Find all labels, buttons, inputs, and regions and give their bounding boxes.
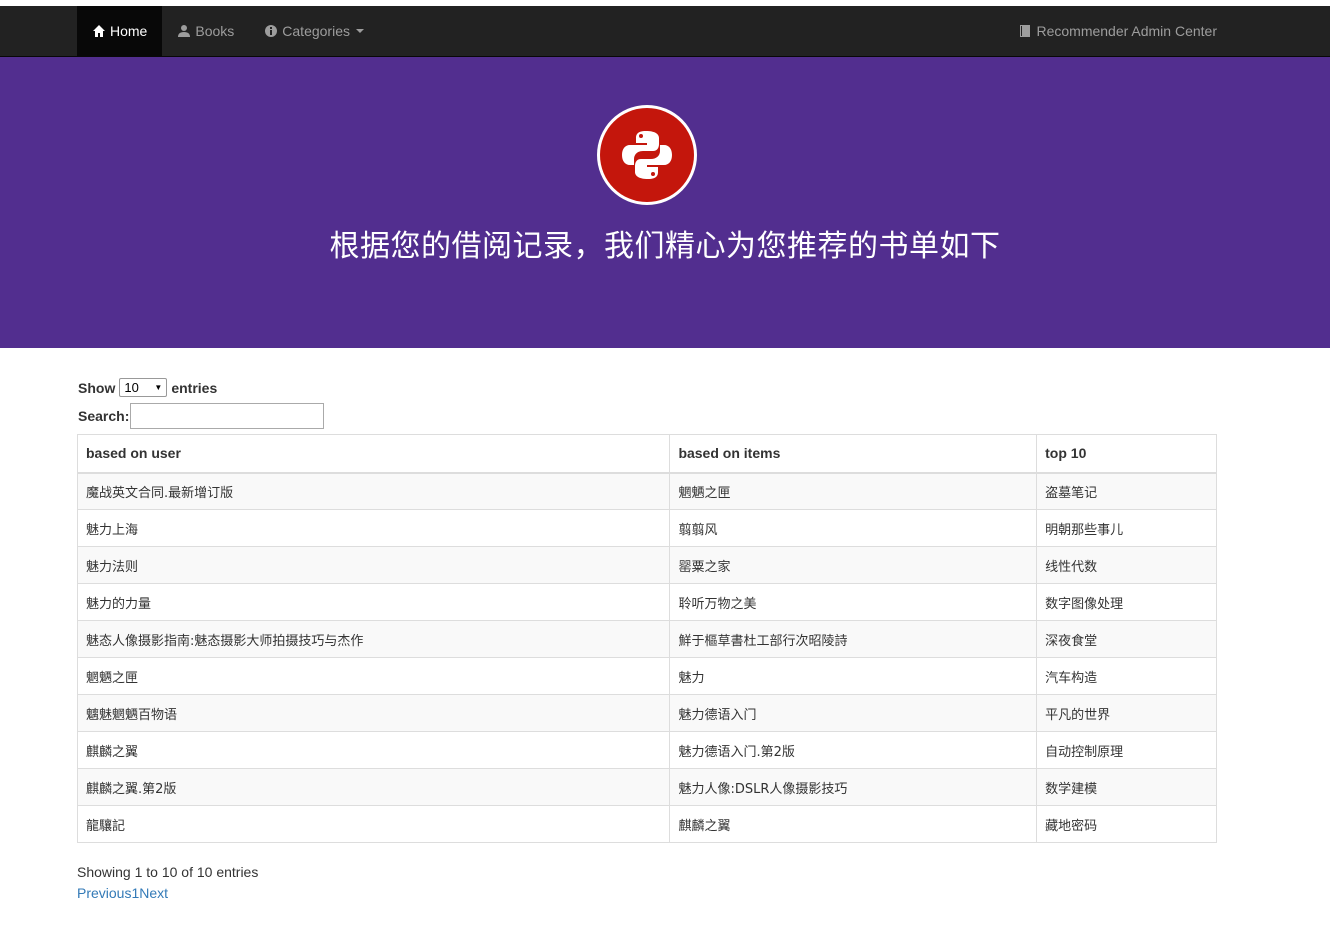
table-cell: 自动控制原理 xyxy=(1036,731,1217,769)
info-icon xyxy=(265,25,278,37)
column-header-based-on-items[interactable]: based on items xyxy=(669,434,1038,474)
table-row: 魅力法则 罂粟之家 线性代数 xyxy=(76,546,1217,584)
table-cell: 魅力法则 xyxy=(76,546,671,584)
table-cell: 魅力的力量 xyxy=(76,583,671,621)
table-header-row: based on user based on items top 10 xyxy=(76,434,1217,474)
entries-label: entries xyxy=(171,379,218,396)
table-row: 魅力的力量 聆听万物之美 数字图像处理 xyxy=(76,583,1217,621)
table-cell: 龍驤記 xyxy=(76,805,671,843)
table-cell: 数字图像处理 xyxy=(1036,583,1217,621)
show-label: Show xyxy=(78,379,116,396)
table-cell: 魍魉之匣 xyxy=(669,472,1038,510)
navbar: Home Books Categories Recommender Admin … xyxy=(0,6,1330,57)
entries-select-value: 10 xyxy=(124,380,139,395)
nav-admin-label: Recommender Admin Center xyxy=(1036,23,1217,39)
table-row: 魅力上海 翦翦风 明朝那些事儿 xyxy=(76,509,1217,547)
table-cell: 麒麟之翼 xyxy=(76,731,671,769)
table-cell: 平凡的世界 xyxy=(1036,694,1217,732)
table-cell: 麒麟之翼.第2版 xyxy=(76,768,671,806)
python-icon xyxy=(622,131,672,179)
table-cell: 魔战英文合同.最新增订版 xyxy=(76,472,671,510)
column-header-top-10[interactable]: top 10 xyxy=(1036,434,1217,474)
search-input[interactable] xyxy=(130,403,325,429)
table-cell: 罂粟之家 xyxy=(669,546,1038,584)
table-cell: 魑魅魍魉百物语 xyxy=(76,694,671,732)
next-button[interactable]: Next xyxy=(139,885,168,901)
nav-books[interactable]: Books xyxy=(162,6,249,56)
table-cell: 聆听万物之美 xyxy=(669,583,1038,621)
table-body: 魔战英文合同.最新增订版 魍魉之匣 盗墓笔记 魅力上海 翦翦风 明朝那些事儿 魅力法则 罂粟之… xyxy=(76,472,1217,843)
nav-books-label: Books xyxy=(195,23,235,39)
table-cell: 汽车构造 xyxy=(1036,657,1217,695)
table-cell: 魍魉之匣 xyxy=(76,657,671,695)
nav-admin-center[interactable]: Recommender Admin Center xyxy=(1003,6,1232,56)
pagination: Previous1Next xyxy=(77,885,168,901)
table-row: 龍驤記 麒麟之翼 藏地密码 xyxy=(76,805,1217,843)
nav-categories-label: Categories xyxy=(282,23,350,39)
table-cell: 麒麟之翼 xyxy=(669,805,1038,843)
book-icon xyxy=(1020,25,1031,37)
table-row: 麒麟之翼 魅力德语入门.第2版 自动控制原理 xyxy=(76,731,1217,769)
table-cell: 魅态人像摄影指南:魅态摄影大师拍摄技巧与杰作 xyxy=(76,620,671,658)
column-header-based-on-user[interactable]: based on user xyxy=(76,434,671,474)
table-cell: 魅力人像:DSLR人像摄影技巧 xyxy=(669,768,1038,806)
python-logo xyxy=(597,105,697,205)
nav-categories-dropdown[interactable]: Categories xyxy=(249,6,379,56)
table-cell: 鮮于樞草書杜工部行次昭陵詩 xyxy=(669,620,1038,658)
home-icon xyxy=(93,25,105,37)
table-cell: 深夜食堂 xyxy=(1036,620,1217,658)
table-cell: 明朝那些事儿 xyxy=(1036,509,1217,547)
table-cell: 魅力德语入门.第2版 xyxy=(669,731,1038,769)
table-info: Showing 1 to 10 of 10 entries xyxy=(77,864,259,880)
table-row: 魅态人像摄影指南:魅态摄影大师拍摄技巧与杰作 鮮于樞草書杜工部行次昭陵詩 深夜食堂 xyxy=(76,620,1217,658)
caret-down-icon xyxy=(355,29,364,33)
table-cell: 藏地密码 xyxy=(1036,805,1217,843)
nav-home[interactable]: Home xyxy=(77,6,163,56)
search-label: Search: xyxy=(78,408,130,424)
hero-title: 根据您的借阅记录，我们精心为您推荐的书单如下 xyxy=(329,229,1001,264)
table-cell: 魅力德语入门 xyxy=(669,694,1038,732)
table-row: 魑魅魍魉百物语 魅力德语入门 平凡的世界 xyxy=(76,694,1217,732)
user-icon xyxy=(178,25,191,37)
previous-button[interactable]: Previous xyxy=(77,885,131,901)
nav-home-label: Home xyxy=(110,23,148,39)
hero-banner: 根据您的借阅记录，我们精心为您推荐的书单如下 xyxy=(0,57,1330,348)
table-cell: 魅力上海 xyxy=(76,509,671,547)
table-row: 麒麟之翼.第2版 魅力人像:DSLR人像摄影技巧 数学建模 xyxy=(76,768,1217,806)
entries-length-control: Show 10 ▼ entries xyxy=(78,378,217,397)
table-cell: 魅力 xyxy=(669,657,1038,695)
table-cell: 盗墓笔记 xyxy=(1036,472,1217,510)
table-row: 魍魉之匣 魅力 汽车构造 xyxy=(76,657,1217,695)
dropdown-arrow-icon: ▼ xyxy=(154,383,163,392)
table-cell: 翦翦风 xyxy=(669,509,1038,547)
recommendation-table: based on user based on items top 10 魔战英文… xyxy=(76,434,1217,843)
table-cell: 数学建模 xyxy=(1036,768,1217,806)
table-cell: 线性代数 xyxy=(1036,546,1217,584)
entries-select[interactable]: 10 ▼ xyxy=(119,378,168,397)
table-row: 魔战英文合同.最新增订版 魍魉之匣 盗墓笔记 xyxy=(76,472,1217,510)
search-control: Search: xyxy=(78,403,325,429)
